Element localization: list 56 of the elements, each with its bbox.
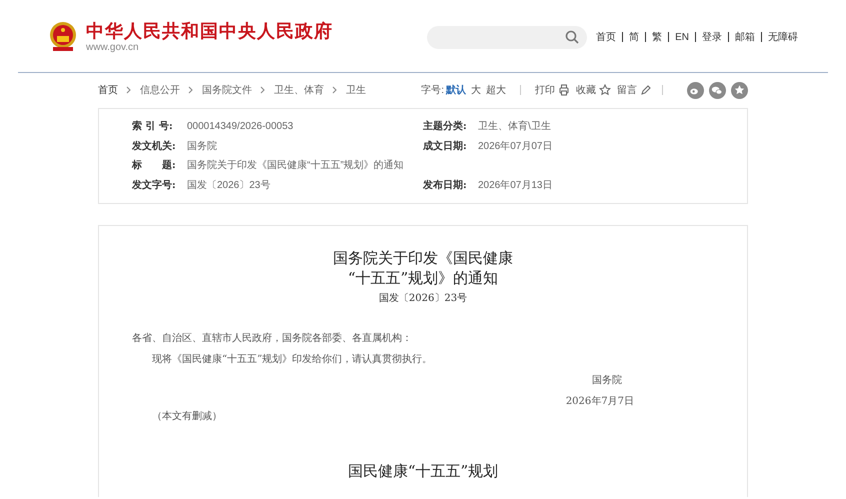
site-title[interactable]: 中华人民共和国中央人民政府 bbox=[86, 20, 333, 42]
document-number: 国发〔2026〕23号 bbox=[378, 292, 468, 306]
date-text: 2026年7月7日 bbox=[566, 395, 634, 409]
breadcrumb-link[interactable]: 卫生、体育 bbox=[274, 82, 324, 98]
field-value: 000014349/2026-00053 bbox=[187, 120, 294, 134]
field-value: 国发〔2026〕23号 bbox=[187, 178, 270, 193]
nav-link[interactable]: 首页 bbox=[596, 30, 616, 44]
tool-link[interactable]: 收藏 bbox=[576, 82, 611, 98]
site-url: www.gov.cn bbox=[86, 42, 140, 54]
nav-link[interactable]: 简 bbox=[629, 30, 640, 44]
field-value: 国务院 bbox=[187, 140, 217, 154]
weibo-icon[interactable] bbox=[687, 82, 704, 98]
pencil-icon[interactable] bbox=[640, 84, 652, 96]
field-label: 成文日期: bbox=[423, 140, 468, 154]
field-value: 2026年07月13日 bbox=[478, 178, 552, 193]
chevron-icon bbox=[126, 86, 132, 94]
salutation-text: 各省、自治区、直辖市人民政府，国务院各部委、各直属机构： bbox=[132, 332, 413, 346]
signature-text: 国务院 bbox=[592, 374, 622, 388]
chevron-icon bbox=[188, 86, 194, 94]
tool-link[interactable]: 打印 bbox=[535, 82, 570, 98]
field-label: 索 引 号: bbox=[132, 120, 174, 134]
font-size-label: 字号: bbox=[421, 84, 444, 98]
printer-icon[interactable] bbox=[558, 84, 570, 96]
breadcrumb-link[interactable]: 卫生 bbox=[346, 82, 366, 98]
breadcrumb-link[interactable]: 首页 bbox=[98, 82, 118, 98]
field-label: 发文机关: bbox=[132, 140, 177, 154]
font-size-option[interactable]: 超大 bbox=[486, 82, 506, 98]
tool-link[interactable]: 留言 bbox=[617, 82, 652, 98]
font-size-option[interactable]: 默认 bbox=[446, 82, 466, 98]
field-label: 标 题: bbox=[132, 158, 177, 174]
nav-link[interactable]: 无障碍 bbox=[768, 30, 798, 44]
nav-link[interactable]: 邮箱 bbox=[735, 30, 755, 44]
body-text: 现将《国民健康“十五五”规划》印发给你们，请认真贯彻执行。 bbox=[152, 352, 434, 367]
field-label: 主题分类: bbox=[423, 119, 468, 134]
document-title: 国务院关于印发《国民健康 bbox=[333, 248, 513, 268]
search-icon[interactable] bbox=[565, 30, 580, 44]
field-label: 发文字号: bbox=[132, 178, 177, 193]
nav-link[interactable]: 登录 bbox=[702, 30, 722, 44]
field-value: 国务院关于印发《国民健康“十五五”规划》的通知 bbox=[187, 158, 404, 174]
breadcrumb-link[interactable]: 信息公开 bbox=[140, 82, 180, 98]
font-size-option[interactable]: 大 bbox=[471, 82, 481, 98]
field-label: 发布日期: bbox=[423, 178, 468, 193]
chevron-icon bbox=[260, 86, 266, 94]
document-title: “十五五”规划》的通知 bbox=[348, 268, 498, 288]
search-field[interactable] bbox=[427, 26, 588, 48]
field-value: 2026年07月07日 bbox=[478, 140, 552, 154]
nav-link[interactable]: EN bbox=[675, 30, 689, 44]
chat-bubbles-icon[interactable] bbox=[709, 82, 726, 98]
breadcrumb-link[interactable]: 国务院文件 bbox=[202, 82, 252, 98]
emblem-icon bbox=[48, 21, 78, 53]
nav-link[interactable]: 繁 bbox=[652, 30, 662, 44]
section-title: 国民健康“十五五”规划 bbox=[348, 461, 498, 482]
star-icon[interactable] bbox=[599, 84, 611, 96]
note-text: （本文有删减） bbox=[152, 410, 223, 424]
field-value: 卫生、体育\卫生 bbox=[478, 120, 551, 134]
chevron-icon bbox=[332, 86, 338, 94]
